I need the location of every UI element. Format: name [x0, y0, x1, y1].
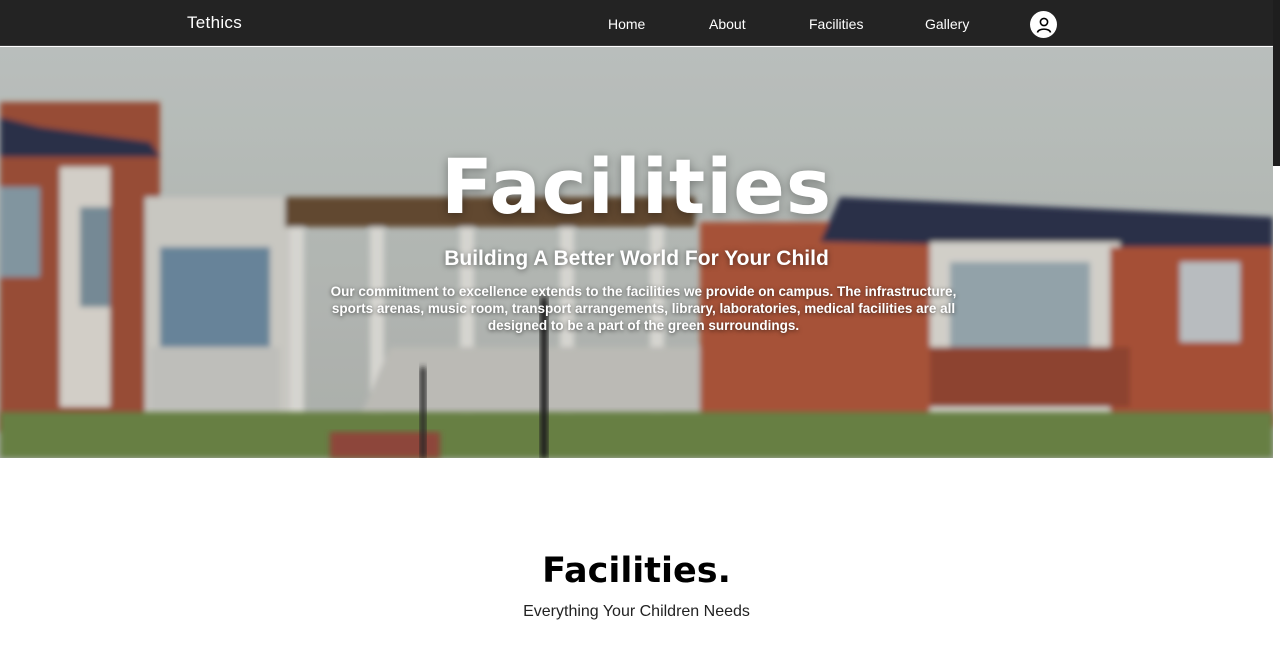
nav-link-home[interactable]: Home [608, 16, 645, 32]
hero-banner: Facilities Building A Better World For Y… [0, 47, 1273, 458]
user-icon [1036, 17, 1051, 33]
hero-title: Facilities [440, 142, 833, 231]
section-subtitle: Everything Your Children Needs [523, 603, 750, 620]
profile-button[interactable] [1030, 11, 1057, 38]
top-navbar: Tethics Home About Facilities Gallery [0, 0, 1280, 46]
hero-subtitle: Building A Better World For Your Child [444, 247, 829, 270]
nav-link-facilities[interactable]: Facilities [809, 16, 863, 32]
brand-logo-text[interactable]: Tethics [187, 13, 242, 33]
nav-link-gallery[interactable]: Gallery [925, 16, 969, 32]
section-title: Facilities. [542, 551, 731, 591]
nav-link-about[interactable]: About [709, 16, 746, 32]
scrollbar-thumb[interactable] [1273, 0, 1280, 166]
hero-description: Our commitment to excellence extends to … [330, 284, 957, 333]
